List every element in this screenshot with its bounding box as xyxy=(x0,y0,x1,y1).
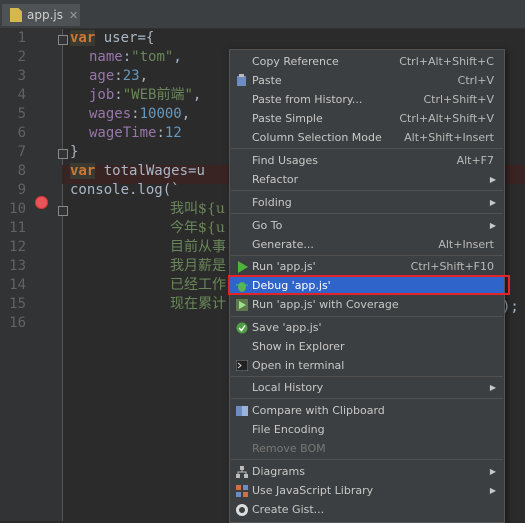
code-line: job:"WEB前端", xyxy=(89,87,202,103)
menu-item-show-in-explorer[interactable]: Show in Explorer xyxy=(230,337,504,356)
menu-item-copy-reference[interactable]: Copy Reference Ctrl+Alt+Shift+C xyxy=(230,52,504,71)
diagrams-icon xyxy=(235,465,249,479)
code-line: 已经工作 xyxy=(170,277,226,293)
menu-item-paste-from-history[interactable]: Paste from History... Ctrl+Shift+V xyxy=(230,90,504,109)
code-line: wages:10000, xyxy=(89,106,191,122)
menu-item-open-in-terminal[interactable]: Open in terminal xyxy=(230,356,504,375)
submenu-arrow-icon: ▶ xyxy=(489,175,496,184)
editor-tab-bar: app.js ✕ xyxy=(0,0,525,29)
code-line: } xyxy=(70,144,79,160)
editor-gutter[interactable]: 1 2 3 4 5 6 7 8 9 10 11 12 13 14 15 16 xyxy=(0,29,68,521)
menu-separator xyxy=(231,190,503,191)
fold-marker-icon[interactable] xyxy=(58,149,68,159)
tab-label: app.js xyxy=(27,8,63,22)
menu-item-go-to[interactable]: Go To ▶ xyxy=(230,216,504,235)
line-number: 8 xyxy=(17,163,26,179)
code-line: console.log(` xyxy=(70,182,180,198)
menu-separator xyxy=(231,213,503,214)
code-line: 目前从事 xyxy=(170,239,226,255)
github-icon xyxy=(235,503,249,517)
line-number: 13 xyxy=(9,258,26,274)
run-icon xyxy=(235,260,249,274)
code-line: age:23, xyxy=(89,68,149,84)
tab-app-js[interactable]: app.js ✕ xyxy=(2,4,80,26)
menu-item-create-gist[interactable]: Create Gist... xyxy=(230,500,504,519)
menu-separator xyxy=(231,459,503,460)
compare-icon xyxy=(235,404,249,418)
save-icon xyxy=(235,321,249,335)
menu-item-refactor[interactable]: Refactor ▶ xyxy=(230,170,504,189)
coverage-icon xyxy=(235,298,249,312)
code-line: 我叫${u xyxy=(170,201,225,217)
line-number: 15 xyxy=(9,296,26,312)
submenu-arrow-icon: ▶ xyxy=(489,383,496,392)
submenu-arrow-icon: ▶ xyxy=(489,198,496,207)
line-number: 6 xyxy=(17,125,26,141)
menu-item-column-selection-mode[interactable]: Column Selection Mode Alt+Shift+Insert xyxy=(230,128,504,147)
menu-item-paste-simple[interactable]: Paste Simple Ctrl+Alt+Shift+V xyxy=(230,109,504,128)
line-number: 4 xyxy=(17,87,26,103)
submenu-arrow-icon: ▶ xyxy=(489,221,496,230)
line-number: 3 xyxy=(17,68,26,84)
code-line: wageTime:12 xyxy=(89,125,182,141)
line-number: 12 xyxy=(9,239,26,255)
menu-separator xyxy=(231,148,503,149)
close-icon[interactable]: ✕ xyxy=(69,9,78,22)
submenu-arrow-icon: ▶ xyxy=(489,467,496,476)
code-line: 今年${u xyxy=(170,220,225,236)
code-line: 现在累计 xyxy=(170,296,226,312)
menu-item-paste[interactable]: Paste Ctrl+V xyxy=(230,71,504,90)
menu-separator xyxy=(231,398,503,399)
terminal-icon xyxy=(235,359,249,373)
menu-item-generate[interactable]: Generate... Alt+Insert xyxy=(230,235,504,254)
line-number: 1 xyxy=(17,30,26,46)
line-number: 2 xyxy=(17,49,26,65)
paste-icon xyxy=(235,74,249,88)
menu-item-folding[interactable]: Folding ▶ xyxy=(230,193,504,212)
line-number: 16 xyxy=(9,315,26,331)
library-icon xyxy=(235,484,249,498)
breakpoint-icon[interactable] xyxy=(35,196,48,209)
code-line: var user={ xyxy=(70,30,155,46)
menu-item-save[interactable]: Save 'app.js' xyxy=(230,318,504,337)
line-number: 14 xyxy=(9,277,26,293)
line-number: 9 xyxy=(17,182,26,198)
menu-item-run[interactable]: Run 'app.js' Ctrl+Shift+F10 xyxy=(230,257,504,276)
fold-marker-icon[interactable] xyxy=(58,206,68,216)
highlight-box xyxy=(228,275,510,295)
fold-marker-icon[interactable] xyxy=(58,35,68,45)
menu-item-diagrams[interactable]: Diagrams ▶ xyxy=(230,462,504,481)
menu-item-use-javascript-library[interactable]: Use JavaScript Library ▶ xyxy=(230,481,504,500)
menu-item-compare-with-clipboard[interactable]: Compare with Clipboard xyxy=(230,401,504,420)
menu-item-run-with-coverage[interactable]: Run 'app.js' with Coverage xyxy=(230,295,504,314)
line-number: 5 xyxy=(17,106,26,122)
line-number: 11 xyxy=(9,220,26,236)
menu-separator xyxy=(231,316,503,317)
menu-separator xyxy=(231,255,503,256)
code-line: var totalWages=u xyxy=(70,163,205,179)
code-line: 我月薪是 xyxy=(170,258,226,274)
menu-separator xyxy=(231,376,503,377)
menu-item-local-history[interactable]: Local History ▶ xyxy=(230,378,504,397)
menu-item-file-encoding[interactable]: File Encoding xyxy=(230,420,504,439)
line-number: 7 xyxy=(17,144,26,160)
menu-item-remove-bom: Remove BOM xyxy=(252,442,326,455)
submenu-arrow-icon: ▶ xyxy=(489,486,496,495)
code-line: name:"tom", xyxy=(89,49,182,65)
menu-item-find-usages[interactable]: Find Usages Alt+F7 xyxy=(230,151,504,170)
line-number: 10 xyxy=(9,201,26,217)
js-file-icon xyxy=(10,8,22,22)
